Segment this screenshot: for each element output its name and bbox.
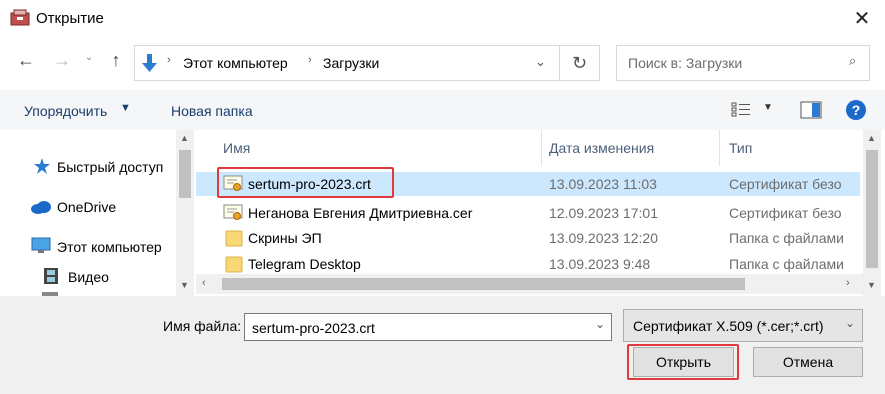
folder-icon [225, 256, 243, 273]
scroll-up-icon[interactable]: ▲ [180, 133, 189, 143]
file-row[interactable]: Скрины ЭП 13.09.2023 12:20 Папка с файла… [196, 226, 860, 250]
search-input[interactable]: Поиск в: Загрузки ⌕ [616, 45, 870, 81]
sidebar-scrollbar[interactable]: ▲ ▼ [176, 130, 194, 296]
address-dropdown-icon[interactable]: ⌄ [535, 54, 546, 70]
command-toolbar: Упорядочить ▼ Новая папка ▼ ? [0, 90, 885, 130]
file-date: 12.09.2023 17:01 [549, 205, 658, 221]
file-name[interactable]: Скрины ЭП [248, 230, 322, 246]
file-list-scrollbar[interactable]: ▲ ▼ [863, 130, 881, 296]
preview-pane-icon[interactable] [800, 101, 822, 119]
filename-value[interactable]: sertum-pro-2023.crt [252, 320, 375, 336]
scroll-down-icon[interactable]: ▼ [867, 280, 876, 290]
file-type: Сертификат безо [729, 176, 842, 192]
file-list: ˆ Имя Дата изменения Тип sertum-pro-2023… [196, 130, 863, 296]
file-date: 13.09.2023 9:48 [549, 256, 651, 272]
recent-chevron-icon[interactable]: ⌄ [82, 52, 96, 63]
up-arrow-icon[interactable]: ↑ [104, 50, 128, 71]
new-folder-button[interactable]: Новая папка [171, 103, 253, 119]
app-icon [10, 9, 30, 26]
window-title: Открытие [36, 10, 104, 27]
highlight-box-open [627, 344, 739, 380]
file-date: 13.09.2023 11:03 [549, 176, 657, 192]
back-arrow-icon[interactable]: ← [14, 50, 38, 71]
certificate-icon [223, 204, 243, 220]
scroll-left-icon[interactable]: ‹ [202, 277, 206, 289]
organize-button[interactable]: Упорядочить [24, 103, 107, 119]
downloads-folder-icon [142, 54, 157, 72]
file-type-filter-value: Сертификат X.509 (*.cer;*.crt) [633, 318, 824, 334]
view-dropdown-icon[interactable]: ▼ [763, 102, 773, 113]
column-header-type[interactable]: Тип [729, 140, 752, 156]
file-type-filter[interactable]: Сертификат X.509 (*.cer;*.crt) ⌄ [623, 309, 863, 342]
filename-input[interactable]: sertum-pro-2023.crt ⌄ [244, 313, 612, 341]
svg-text:?: ? [852, 102, 861, 118]
file-row[interactable]: Telegram Desktop 13.09.2023 9:48 Папка с… [196, 252, 860, 276]
sidebar-item-onedrive[interactable]: OneDrive [57, 199, 116, 215]
video-film-icon [44, 268, 58, 284]
filename-label: Имя файла: [163, 318, 242, 334]
address-bar[interactable]: › Этот компьютер › Загрузки ⌄ [134, 45, 560, 81]
scroll-right-icon[interactable]: › [846, 277, 850, 289]
file-type: Папка с файлами [729, 230, 844, 246]
file-type: Сертификат безо [729, 205, 842, 221]
cancel-button[interactable]: Отмена [753, 347, 863, 377]
scroll-down-icon[interactable]: ▼ [180, 280, 189, 290]
breadcrumb-this-pc[interactable]: Этот компьютер [183, 55, 288, 71]
breadcrumb-downloads[interactable]: Загрузки [323, 55, 379, 71]
column-divider[interactable] [719, 130, 720, 166]
column-header-name[interactable]: Имя [223, 140, 250, 156]
search-placeholder: Поиск в: Загрузки [628, 55, 743, 71]
navigation-pane: Быстрый доступ OneDrive Этот компьютер В… [0, 130, 195, 296]
search-icon[interactable]: ⌕ [849, 53, 856, 69]
highlight-box-file [217, 167, 394, 198]
forward-arrow-icon[interactable]: → [50, 50, 74, 71]
file-type: Папка с файлами [729, 256, 844, 272]
column-header-date[interactable]: Дата изменения [549, 140, 654, 156]
file-list-scroll-thumb[interactable] [866, 150, 878, 268]
close-icon[interactable]: ✕ [846, 4, 878, 34]
scroll-up-icon[interactable]: ▲ [867, 133, 876, 143]
file-date: 13.09.2023 12:20 [549, 230, 658, 246]
file-row[interactable]: Неганова Евгения Дмитриевна.cer 12.09.20… [196, 201, 860, 225]
computer-icon [31, 237, 51, 253]
star-icon [34, 158, 50, 174]
sidebar-item-videos[interactable]: Видео [68, 269, 109, 285]
sidebar-scroll-thumb[interactable] [179, 150, 191, 198]
breadcrumb-separator-icon: › [167, 54, 171, 66]
sort-indicator-icon: ˆ [624, 130, 628, 137]
file-name[interactable]: Telegram Desktop [248, 256, 361, 272]
horizontal-scroll-thumb[interactable] [222, 278, 745, 290]
onedrive-cloud-icon [31, 201, 51, 214]
sidebar-item-this-pc[interactable]: Этот компьютер [57, 239, 162, 255]
column-divider[interactable] [541, 130, 542, 166]
filter-dropdown-icon[interactable]: ⌄ [845, 316, 855, 330]
folder-icon [225, 230, 243, 247]
filename-dropdown-icon[interactable]: ⌄ [595, 317, 605, 331]
file-name[interactable]: Неганова Евгения Дмитриевна.cer [248, 205, 472, 221]
refresh-icon[interactable]: ↻ [560, 45, 600, 81]
horizontal-scrollbar[interactable]: ‹ › [196, 274, 863, 294]
title-bar: Открытие ✕ [0, 0, 885, 38]
sidebar-item-quick-access[interactable]: Быстрый доступ [57, 159, 163, 175]
view-options-icon[interactable] [731, 102, 751, 118]
help-icon[interactable]: ? [845, 99, 867, 121]
breadcrumb-separator-icon: › [308, 54, 312, 66]
organize-dropdown-icon[interactable]: ▼ [120, 102, 131, 114]
